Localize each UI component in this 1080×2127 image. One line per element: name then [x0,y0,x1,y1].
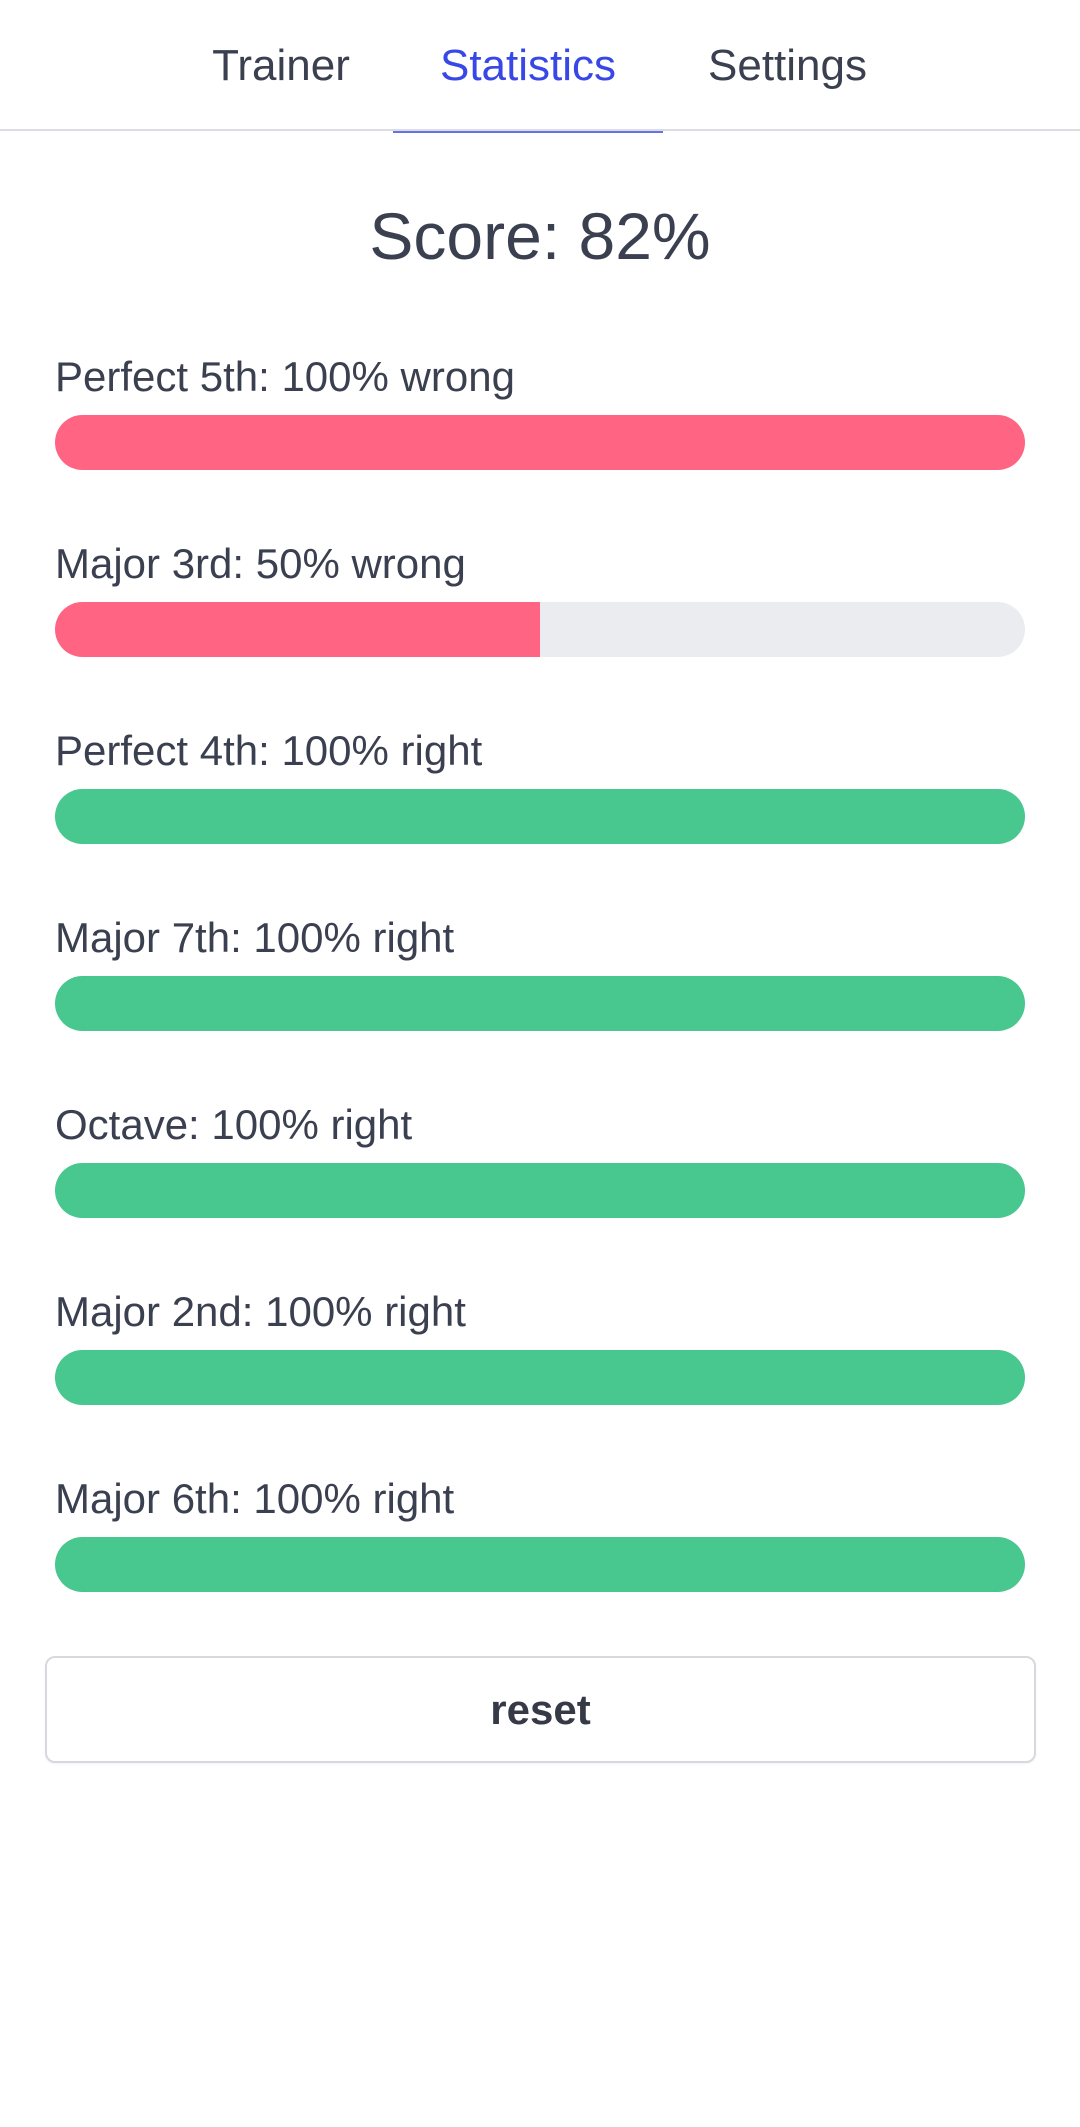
stat-progress-fill [55,415,1025,470]
stat-progress-fill [55,1350,1025,1405]
stat-label: Perfect 4th: 100% right [55,727,483,774]
stat-progress-bar [55,1350,1025,1405]
stat-progress-fill [55,789,1025,844]
stat-major-7th: Major 7th: 100% right [55,910,1025,1031]
stat-major-6th: Major 6th: 100% right [55,1471,1025,1592]
tab-statistics[interactable]: Statistics [393,0,663,133]
stat-label: Octave: 100% right [55,1101,413,1148]
stat-label: Perfect 5th: 100% wrong [55,353,515,400]
stat-progress-bar [55,976,1025,1031]
tab-trainer[interactable]: Trainer [192,0,370,131]
tab-settings[interactable]: Settings [685,0,890,131]
stat-progress-fill [55,976,1025,1031]
stat-progress-fill [55,1537,1025,1592]
score-heading: Score: 82% [369,199,711,273]
stat-progress-bar [55,602,1025,657]
stat-label: Major 3rd: 50% wrong [55,540,466,587]
stat-octave: Octave: 100% right [55,1097,1025,1218]
stat-major-2nd: Major 2nd: 100% right [55,1284,1025,1405]
tab-bar: Trainer Statistics Settings [0,0,1080,133]
stat-progress-fill [55,1163,1025,1218]
stat-major-3rd: Major 3rd: 50% wrong [55,536,1025,657]
stat-label: Major 7th: 100% right [55,914,455,961]
stat-progress-bar [55,789,1025,844]
stat-perfect-4th: Perfect 4th: 100% right [55,723,1025,844]
stat-progress-bar [55,1163,1025,1218]
stat-progress-fill [55,602,540,657]
stat-progress-bar [55,1537,1025,1592]
reset-button[interactable]: reset [45,1656,1036,1763]
stat-progress-bar [55,415,1025,470]
stat-label: Major 2nd: 100% right [55,1288,466,1335]
stat-perfect-5th: Perfect 5th: 100% wrong [55,349,1025,470]
stat-label: Major 6th: 100% right [55,1475,455,1522]
